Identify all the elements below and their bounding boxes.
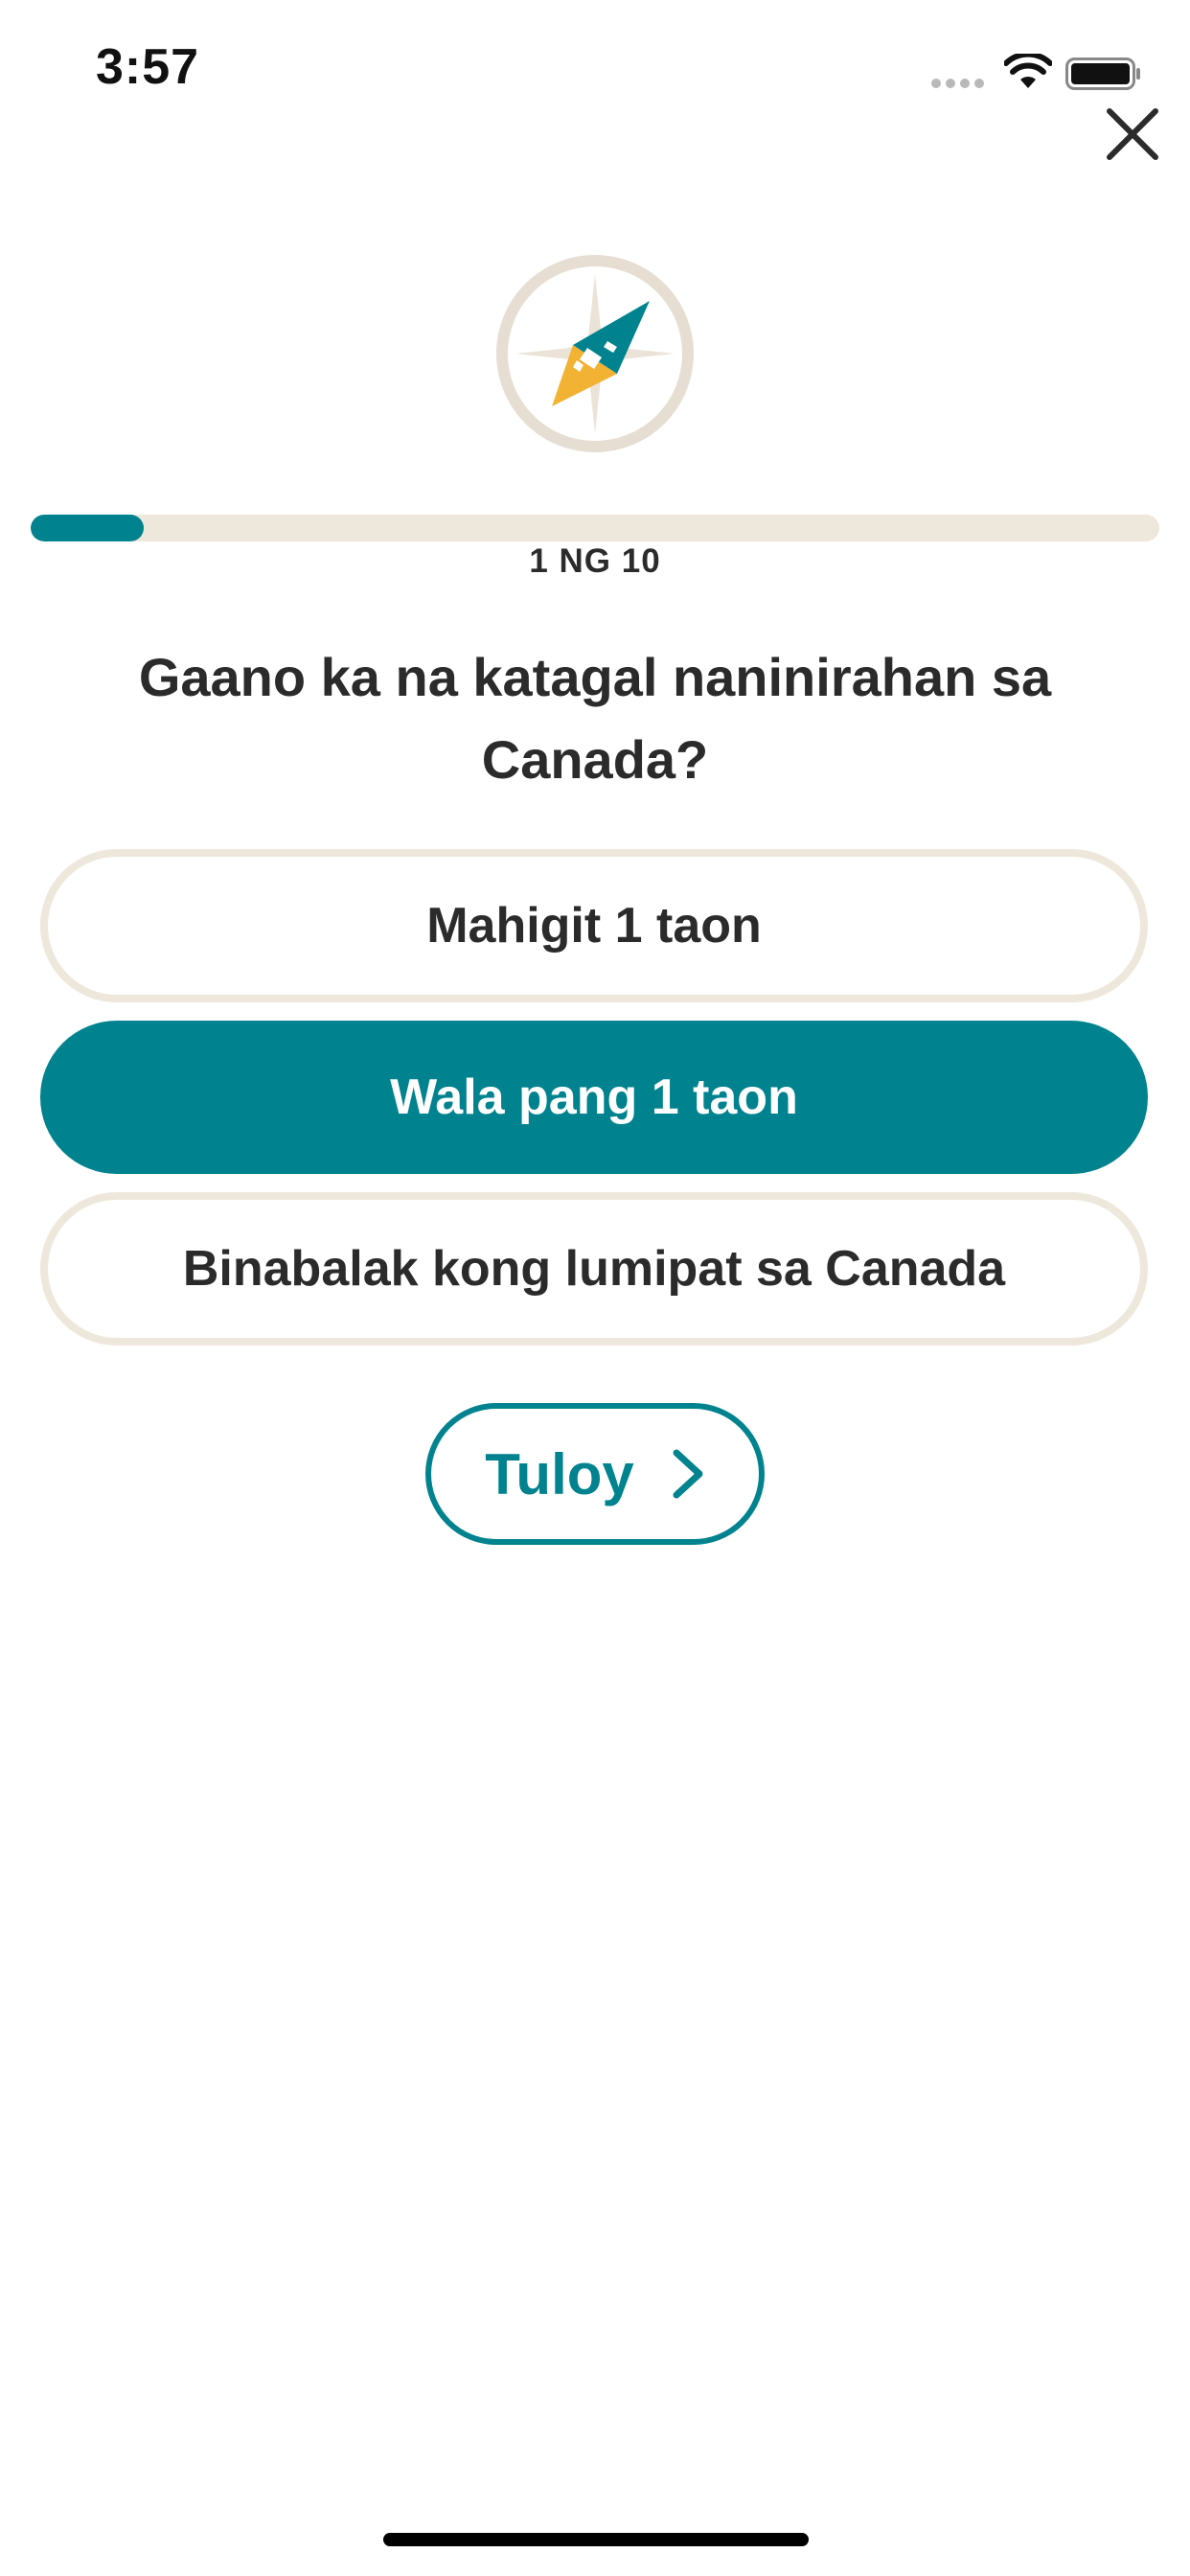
continue-button[interactable]: Tuloy bbox=[425, 1403, 765, 1545]
option-label: Binabalak kong lumipat sa Canada bbox=[182, 1241, 1006, 1297]
compass-icon bbox=[496, 255, 694, 452]
chevron-right-icon bbox=[673, 1449, 703, 1499]
home-indicator bbox=[383, 2533, 809, 2546]
progress-label: 1 NG 10 bbox=[529, 542, 661, 580]
progress-fill bbox=[31, 515, 144, 541]
progress-bar bbox=[31, 515, 1159, 541]
option-button[interactable]: Wala pang 1 taon bbox=[40, 1021, 1148, 1174]
wifi-icon bbox=[1004, 54, 1052, 88]
question-text: Gaano ka na katagal naninirahan sa Canad… bbox=[138, 647, 1052, 790]
battery-icon bbox=[1065, 58, 1140, 90]
option-label: Wala pang 1 taon bbox=[390, 1070, 798, 1125]
option-label: Mahigit 1 taon bbox=[426, 898, 762, 954]
option-button[interactable]: Mahigit 1 taon bbox=[40, 849, 1148, 1002]
continue-label: Tuloy bbox=[485, 1441, 634, 1506]
close-icon[interactable] bbox=[1102, 104, 1163, 165]
status-time: 3:57 bbox=[96, 39, 200, 95]
signal-dots-icon bbox=[931, 79, 985, 88]
option-button[interactable]: Binabalak kong lumipat sa Canada bbox=[40, 1192, 1148, 1346]
